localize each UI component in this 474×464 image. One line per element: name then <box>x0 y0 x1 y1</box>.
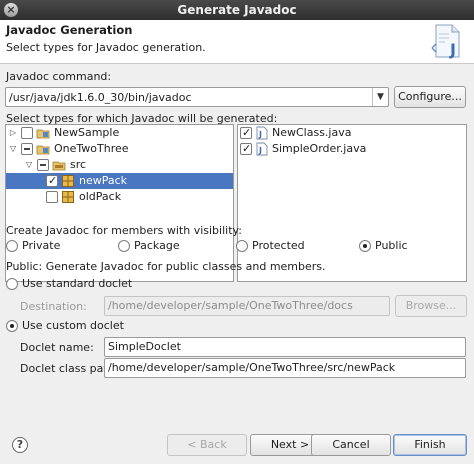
package-icon <box>62 191 74 203</box>
wizard-footer: ? < Back Next > Cancel Finish <box>0 434 474 464</box>
tree-checkbox[interactable] <box>21 127 33 139</box>
doclet-class-path-field[interactable]: /home/developer/sample/OneTwoThree/src/n… <box>104 358 466 378</box>
list-item-label: SimpleOrder.java <box>272 142 367 155</box>
tree-checkbox[interactable] <box>37 159 49 171</box>
types-list[interactable]: J NewClass.java J SimpleOrder.java <box>237 124 467 282</box>
radio-package[interactable] <box>118 240 130 252</box>
twisty-collapsed-icon[interactable]: ▷ <box>8 127 18 139</box>
radio-public[interactable] <box>359 240 371 252</box>
back-button[interactable]: < Back <box>167 434 247 456</box>
help-icon[interactable]: ? <box>12 437 28 453</box>
twisty-expanded-icon[interactable]: ▽ <box>8 143 18 155</box>
doclet-name-label: Doclet name: <box>20 341 94 354</box>
tree-item-label: newPack <box>79 174 128 187</box>
window-title-bar: × Generate Javadoc <box>0 0 474 20</box>
svg-text:J: J <box>258 130 262 139</box>
svg-text:J: J <box>449 40 456 59</box>
javadoc-command-label: Javadoc command: <box>6 70 112 83</box>
radio-private[interactable] <box>6 240 18 252</box>
page-title: Javadoc Generation <box>6 23 133 37</box>
java-file-icon: J <box>256 142 268 156</box>
radio-private-label[interactable]: Private <box>22 239 60 252</box>
source-folder-icon <box>52 161 66 171</box>
radio-public-label[interactable]: Public <box>375 239 408 252</box>
types-tree[interactable]: ▷ NewSample ▽ OneTwoThree ▽ src newPack … <box>5 124 234 282</box>
cancel-button[interactable]: Cancel <box>311 434 391 456</box>
tree-item-newpack[interactable]: newPack <box>6 173 233 189</box>
custom-doclet-label[interactable]: Use custom doclet <box>22 319 124 332</box>
java-file-icon: J <box>256 126 268 140</box>
doclet-name-field[interactable]: SimpleDoclet <box>104 337 466 357</box>
radio-custom-doclet[interactable] <box>6 320 18 332</box>
finish-button[interactable]: Finish <box>393 434 467 456</box>
radio-package-label[interactable]: Package <box>134 239 180 252</box>
window-close-button[interactable]: × <box>4 3 18 17</box>
javadoc-command-combo[interactable]: /usr/java/jdk1.6.0_30/bin/javadoc ▼ <box>5 87 389 107</box>
tree-checkbox[interactable] <box>21 143 33 155</box>
tree-item-onetwothree[interactable]: ▽ OneTwoThree <box>6 141 233 157</box>
window-title: Generate Javadoc <box>177 3 297 17</box>
project-icon <box>36 129 50 139</box>
tree-checkbox[interactable] <box>46 174 58 187</box>
visibility-label: Create Javadoc for members with visibili… <box>6 224 242 237</box>
javadoc-wizard-icon: J <box>431 24 460 59</box>
destination-field[interactable]: /home/developer/sample/OneTwoThree/docs <box>104 296 390 316</box>
list-item-simpleorder[interactable]: J SimpleOrder.java <box>238 141 466 157</box>
list-item-label: NewClass.java <box>272 126 352 139</box>
chevron-down-icon[interactable]: ▼ <box>372 88 388 106</box>
radio-standard-doclet[interactable] <box>6 278 18 290</box>
tree-item-label: NewSample <box>54 126 120 139</box>
radio-protected[interactable] <box>236 240 248 252</box>
destination-label: Destination: <box>20 300 87 313</box>
tree-item-label: oldPack <box>79 190 122 203</box>
page-description: Select types for Javadoc generation. <box>6 41 206 54</box>
tree-item-src[interactable]: ▽ src <box>6 157 233 173</box>
package-icon <box>62 175 74 187</box>
tree-item-label: src <box>70 158 87 171</box>
list-checkbox[interactable] <box>240 142 252 155</box>
list-checkbox[interactable] <box>240 126 252 139</box>
configure-button[interactable]: Configure... <box>394 86 466 108</box>
javadoc-command-value: /usr/java/jdk1.6.0_30/bin/javadoc <box>9 91 192 104</box>
radio-protected-label[interactable]: Protected <box>252 239 305 252</box>
tree-item-label: OneTwoThree <box>54 142 129 155</box>
standard-doclet-label[interactable]: Use standard doclet <box>22 277 132 290</box>
tree-item-newsample[interactable]: ▷ NewSample <box>6 125 233 141</box>
wizard-header: Javadoc Generation Select types for Java… <box>0 20 474 63</box>
twisty-expanded-icon[interactable]: ▽ <box>24 159 34 171</box>
svg-text:J: J <box>258 146 262 155</box>
wizard-body: Javadoc command: /usr/java/jdk1.6.0_30/b… <box>0 64 474 434</box>
project-icon <box>36 145 50 155</box>
tree-checkbox[interactable] <box>46 191 58 203</box>
tree-item-oldpack[interactable]: oldPack <box>6 189 233 205</box>
browse-button[interactable]: Browse... <box>395 295 467 317</box>
visibility-note: Public: Generate Javadoc for public clas… <box>6 260 326 273</box>
list-item-newclass[interactable]: J NewClass.java <box>238 125 466 141</box>
